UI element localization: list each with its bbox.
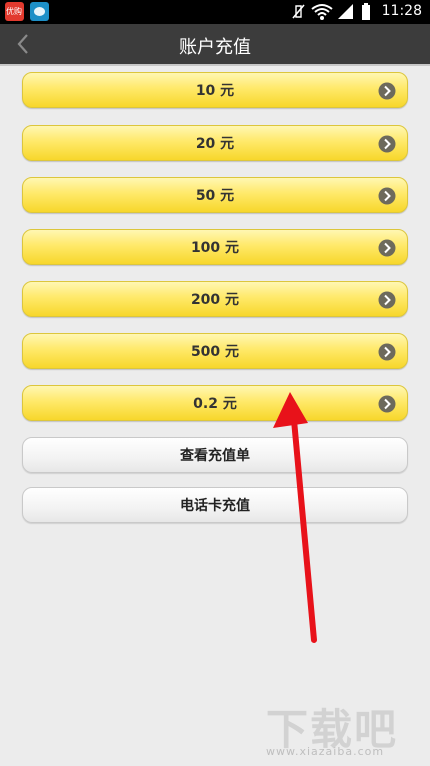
chevron-right-icon bbox=[378, 82, 396, 100]
chevron-right-icon bbox=[378, 239, 396, 257]
phone-card-recharge-button[interactable]: 电话卡充值 bbox=[22, 487, 408, 523]
chevron-right-icon bbox=[378, 291, 396, 309]
watermark: 下载吧 www.xiazaiba.com bbox=[266, 696, 416, 758]
recharge-option-200[interactable]: 200 元 bbox=[22, 281, 408, 317]
browser-notification-icon bbox=[30, 2, 49, 21]
recharge-option-20[interactable]: 20 元 bbox=[22, 125, 408, 161]
recharge-option-label: 500 元 bbox=[190, 344, 240, 360]
recharge-option-label: 50 元 bbox=[195, 188, 235, 204]
title-divider bbox=[0, 64, 430, 66]
recharge-option-10[interactable]: 10 元 bbox=[22, 72, 408, 108]
recharge-option-50[interactable]: 50 元 bbox=[22, 177, 408, 213]
view-orders-button[interactable]: 查看充值单 bbox=[22, 437, 408, 473]
app-notification-label: 优购 bbox=[6, 7, 22, 16]
chevron-right-icon bbox=[378, 135, 396, 153]
signal-icon bbox=[338, 4, 353, 19]
silent-icon bbox=[292, 4, 305, 19]
chevron-right-icon bbox=[378, 395, 396, 413]
annotation-arrow bbox=[273, 392, 317, 643]
chevron-right-icon bbox=[378, 187, 396, 205]
view-orders-label: 查看充值单 bbox=[180, 448, 250, 464]
wifi-icon bbox=[311, 4, 333, 20]
app-notification-icon: 优购 bbox=[5, 2, 24, 21]
watermark-url: www.xiazaiba.com bbox=[266, 745, 385, 758]
status-bar: 优购 11:28 bbox=[0, 0, 430, 24]
recharge-option-100[interactable]: 100 元 bbox=[22, 229, 408, 265]
recharge-option-label: 100 元 bbox=[190, 240, 240, 256]
recharge-option-label: 10 元 bbox=[195, 83, 235, 99]
recharge-option-label: 200 元 bbox=[190, 292, 240, 308]
status-time: 11:28 bbox=[381, 3, 422, 19]
page-title: 账户充值 bbox=[179, 37, 251, 58]
title-bar: 账户充值 bbox=[0, 24, 430, 64]
phone-card-recharge-label: 电话卡充值 bbox=[180, 498, 250, 514]
recharge-option-label: 20 元 bbox=[195, 136, 235, 152]
recharge-option-0-2[interactable]: 0.2 元 bbox=[22, 385, 408, 421]
recharge-option-label: 0.2 元 bbox=[193, 396, 237, 412]
battery-icon bbox=[362, 3, 370, 20]
recharge-option-500[interactable]: 500 元 bbox=[22, 333, 408, 369]
status-icons bbox=[292, 3, 370, 20]
chevron-right-icon bbox=[378, 343, 396, 361]
